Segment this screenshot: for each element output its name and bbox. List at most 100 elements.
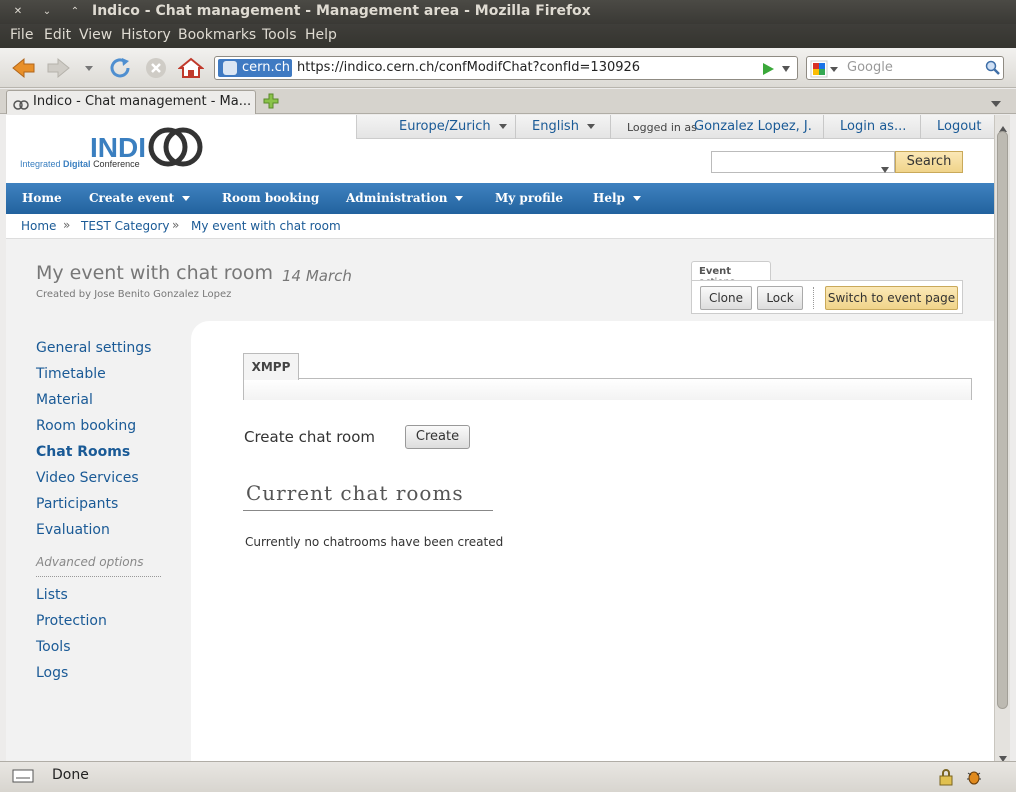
padlock-icon[interactable] bbox=[938, 768, 954, 790]
chevron-down-icon bbox=[182, 196, 191, 201]
side-item-video-services[interactable]: Video Services bbox=[36, 470, 139, 486]
close-window-icon[interactable]: ✕ bbox=[10, 4, 26, 20]
firebug-icon[interactable] bbox=[965, 768, 983, 790]
tab-indico-chat[interactable]: Indico - Chat management - Ma... bbox=[6, 90, 256, 114]
timezone-label: Europe/Zurich bbox=[399, 119, 491, 134]
menu-file[interactable]: File bbox=[10, 27, 33, 43]
magnifier-icon[interactable] bbox=[985, 60, 1001, 80]
breadcrumb: Home » TEST Category » My event with cha… bbox=[6, 214, 994, 239]
session-bar: Europe/Zurich English Logged in as Gonza… bbox=[356, 115, 994, 139]
search-options-dropdown-icon[interactable] bbox=[880, 159, 890, 178]
site-identity-icon bbox=[223, 61, 237, 75]
nav-create-event[interactable]: Create event bbox=[89, 191, 191, 205]
user-name-link[interactable]: Gonzalez Lopez, J. bbox=[694, 119, 812, 134]
site-identity-button[interactable]: cern.ch bbox=[218, 59, 292, 77]
svg-text:Integrated Digital Conference: Integrated Digital Conference bbox=[20, 159, 140, 169]
event-actions-label: Event actions bbox=[691, 261, 771, 288]
nav-room-booking[interactable]: Room booking bbox=[222, 191, 319, 205]
event-actions-label-bold: Event bbox=[699, 266, 732, 277]
clone-button[interactable]: Clone bbox=[700, 286, 752, 310]
nav-help-label: Help bbox=[593, 191, 625, 205]
nav-help[interactable]: Help bbox=[593, 191, 641, 205]
event-creator: Created by Jose Benito Gonzalez Lopez bbox=[36, 289, 232, 300]
page-content: Europe/Zurich English Logged in as Gonza… bbox=[6, 115, 994, 761]
side-item-chat-rooms[interactable]: Chat Rooms bbox=[36, 444, 130, 460]
status-text: Done bbox=[52, 767, 89, 783]
language-label: English bbox=[532, 119, 579, 134]
menu-bookmarks[interactable]: Bookmarks bbox=[178, 27, 256, 43]
lock-button[interactable]: Lock bbox=[757, 286, 803, 310]
breadcrumb-test-category[interactable]: TEST Category bbox=[81, 219, 170, 233]
indico-favicon-icon bbox=[13, 96, 29, 115]
current-chat-rooms-heading: Current chat rooms bbox=[246, 481, 464, 505]
logout-link[interactable]: Logout bbox=[937, 119, 982, 134]
tab-content-strip bbox=[243, 378, 972, 400]
chevron-down-icon bbox=[632, 196, 641, 201]
forward-arrow-icon[interactable] bbox=[46, 56, 72, 80]
status-bar: Done bbox=[0, 761, 1016, 792]
url-bar[interactable]: cern.ch https://indico.cern.ch/confModif… bbox=[214, 56, 798, 80]
site-identity-label: cern.ch bbox=[242, 60, 291, 75]
login-as-link[interactable]: Login as... bbox=[840, 119, 906, 134]
nav-home[interactable]: Home bbox=[22, 191, 62, 205]
page-scrollbar[interactable] bbox=[994, 115, 1010, 762]
history-dropdown-icon[interactable] bbox=[82, 56, 96, 80]
side-item-participants[interactable]: Participants bbox=[36, 496, 118, 512]
side-item-room-booking[interactable]: Room booking bbox=[36, 418, 136, 434]
side-item-protection[interactable]: Protection bbox=[36, 613, 107, 629]
menu-history[interactable]: History bbox=[121, 27, 171, 43]
google-engine-icon[interactable] bbox=[810, 60, 840, 82]
switch-to-event-page-button[interactable]: Switch to event page bbox=[825, 286, 958, 310]
chevron-down-icon bbox=[586, 124, 595, 129]
side-item-general-settings[interactable]: General settings bbox=[36, 340, 151, 356]
menu-help[interactable]: Help bbox=[305, 27, 337, 43]
title-bar: ✕ ⌄ ⌃ Indico - Chat management - Managem… bbox=[0, 0, 1016, 24]
firefox-window: ✕ ⌄ ⌃ Indico - Chat management - Managem… bbox=[0, 0, 1016, 792]
search-button[interactable]: Search bbox=[895, 151, 963, 173]
create-chat-room-button[interactable]: Create bbox=[405, 425, 470, 449]
side-item-material[interactable]: Material bbox=[36, 392, 93, 408]
minimize-window-icon[interactable]: ⌄ bbox=[39, 4, 55, 20]
back-arrow-icon[interactable] bbox=[10, 56, 36, 80]
menu-edit[interactable]: Edit bbox=[44, 27, 71, 43]
stop-icon[interactable] bbox=[143, 56, 169, 80]
heading-underline bbox=[243, 510, 493, 511]
timezone-selector[interactable]: Europe/Zurich bbox=[399, 119, 507, 134]
event-title: My event with chat room bbox=[36, 262, 273, 284]
reload-icon[interactable] bbox=[108, 56, 134, 80]
breadcrumb-separator-icon: » bbox=[172, 218, 180, 232]
main-navigation: Home Create event Room booking Administr… bbox=[6, 183, 994, 214]
breadcrumb-home[interactable]: Home bbox=[21, 219, 56, 233]
search-input[interactable] bbox=[711, 151, 895, 173]
new-tab-icon[interactable] bbox=[262, 92, 280, 114]
side-item-timetable[interactable]: Timetable bbox=[36, 366, 106, 382]
side-item-evaluation[interactable]: Evaluation bbox=[36, 522, 110, 538]
side-item-logs[interactable]: Logs bbox=[36, 665, 68, 681]
language-selector[interactable]: English bbox=[532, 119, 595, 134]
tab-list-dropdown-icon[interactable] bbox=[990, 95, 1002, 114]
event-date: 14 March bbox=[282, 267, 352, 285]
go-arrow-icon[interactable] bbox=[761, 61, 775, 80]
search-placeholder: Google bbox=[847, 60, 893, 75]
nav-administration-label: Administration bbox=[346, 191, 448, 205]
url-dropdown-icon[interactable] bbox=[781, 61, 791, 80]
no-chat-rooms-message: Currently no chatrooms have been created bbox=[245, 535, 504, 549]
tab-xmpp[interactable]: XMPP bbox=[243, 353, 299, 380]
advanced-options-label: Advanced options bbox=[36, 555, 144, 569]
breadcrumb-event[interactable]: My event with chat room bbox=[191, 219, 341, 233]
maximize-window-icon[interactable]: ⌃ bbox=[67, 4, 83, 20]
chevron-down-icon bbox=[498, 124, 507, 129]
menu-view[interactable]: View bbox=[79, 27, 112, 43]
nav-my-profile[interactable]: My profile bbox=[495, 191, 563, 205]
search-bar[interactable]: Google bbox=[806, 56, 1004, 80]
menu-bar: File Edit View History Bookmarks Tools H… bbox=[0, 24, 1016, 48]
indico-header: Europe/Zurich English Logged in as Gonza… bbox=[6, 115, 994, 183]
side-item-tools[interactable]: Tools bbox=[36, 639, 71, 655]
indico-logo[interactable]: INDI Integrated Digital Conference bbox=[20, 125, 210, 173]
keyboard-icon[interactable] bbox=[12, 768, 34, 788]
scrollbar-thumb[interactable] bbox=[997, 131, 1008, 709]
menu-tools[interactable]: Tools bbox=[262, 27, 297, 43]
home-icon[interactable] bbox=[177, 56, 205, 80]
nav-administration[interactable]: Administration bbox=[346, 191, 464, 205]
side-item-lists[interactable]: Lists bbox=[36, 587, 68, 603]
